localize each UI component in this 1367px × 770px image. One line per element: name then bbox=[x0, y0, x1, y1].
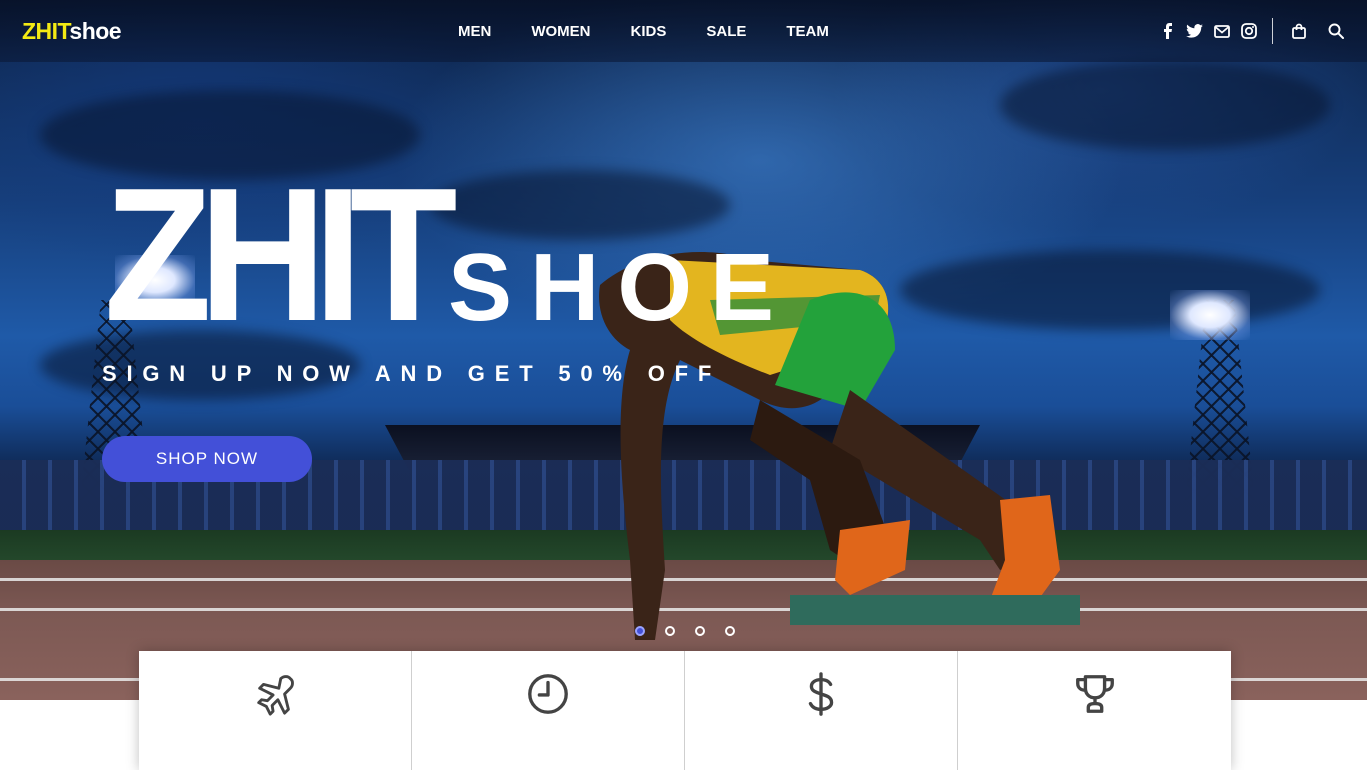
dollar-icon bbox=[808, 672, 834, 716]
slider-dot-2[interactable] bbox=[665, 626, 675, 636]
nav-item-women[interactable]: WOMEN bbox=[531, 23, 590, 40]
logo-part-shoe: shoe bbox=[69, 18, 122, 44]
twitter-icon[interactable] bbox=[1181, 21, 1208, 41]
site-header: ZHITshoe MEN WOMEN KIDS SALE TEAM bbox=[0, 0, 1367, 62]
clock-icon bbox=[528, 674, 568, 714]
header-icons bbox=[1154, 0, 1349, 62]
hero-brand-title: ZHIT bbox=[104, 149, 458, 361]
nav-item-kids[interactable]: KIDS bbox=[631, 23, 667, 40]
feature-cards bbox=[139, 651, 1231, 770]
main-nav: MEN WOMEN KIDS SALE TEAM bbox=[458, 0, 869, 62]
slider-pagination bbox=[635, 626, 755, 636]
trophy-icon bbox=[1075, 675, 1114, 713]
search-icon[interactable] bbox=[1322, 21, 1349, 41]
site-logo[interactable]: ZHITshoe bbox=[22, 18, 122, 45]
header-divider bbox=[1272, 18, 1273, 44]
feature-card-price bbox=[685, 651, 958, 770]
shop-now-button[interactable]: SHOP NOW bbox=[102, 436, 312, 482]
shopping-bag-icon[interactable] bbox=[1285, 21, 1312, 41]
hero-promo-text: SIGN UP NOW AND GET 50% OFF bbox=[102, 361, 722, 386]
cloud bbox=[1000, 60, 1330, 150]
nav-item-team[interactable]: TEAM bbox=[786, 23, 829, 40]
nav-item-men[interactable]: MEN bbox=[458, 23, 491, 40]
slider-dot-3[interactable] bbox=[695, 626, 705, 636]
feature-card-shipping bbox=[139, 651, 412, 770]
airplane-icon bbox=[257, 675, 294, 716]
logo-part-zhit: ZHIT bbox=[22, 18, 70, 44]
floodlight-right bbox=[1170, 290, 1250, 340]
cloud bbox=[430, 170, 730, 240]
hero-brand-subtitle: SHOE bbox=[448, 234, 793, 341]
instagram-icon[interactable] bbox=[1235, 21, 1262, 41]
feature-card-quality bbox=[958, 651, 1231, 770]
mail-icon[interactable] bbox=[1208, 21, 1235, 41]
facebook-icon[interactable] bbox=[1154, 21, 1181, 41]
slider-dot-4[interactable] bbox=[725, 626, 735, 636]
slider-dot-1[interactable] bbox=[635, 626, 645, 636]
nav-item-sale[interactable]: SALE bbox=[706, 23, 746, 40]
feature-card-time bbox=[412, 651, 685, 770]
